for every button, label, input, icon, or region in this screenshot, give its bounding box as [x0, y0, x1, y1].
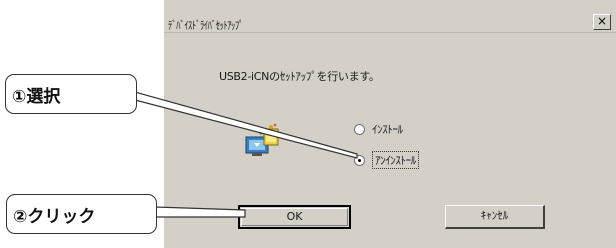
dialog-title: ﾃﾞﾊﾞｲｽﾄﾞﾗｲﾊﾞｾｯﾄｱｯﾌﾟ [168, 19, 243, 32]
uninstall-label: ｱﾝｲﾝｽﾄｰﾙ [372, 151, 419, 169]
setup-dialog: ﾃﾞﾊﾞｲｽﾄﾞﾗｲﾊﾞｾｯﾄｱｯﾌﾟ × USB2-iCNのｾｯﾄｱｯﾌﾟを行… [163, 0, 616, 248]
cancel-button-label: ｷｬﾝｾﾙ [480, 209, 509, 222]
callout-step2: ②クリック [6, 194, 157, 234]
callout-step2-text: ②クリック [13, 206, 96, 227]
ok-button[interactable]: OK [238, 205, 351, 229]
callout-step1: ①選択 [5, 74, 137, 114]
setup-wizard-icon [245, 123, 279, 156]
dialog-message: USB2-iCNのｾｯﾄｱｯﾌﾟを行います。 [219, 70, 380, 83]
close-button[interactable]: × [593, 14, 611, 30]
ok-button-label: OK [286, 210, 303, 223]
dialog-titlebar: ﾃﾞﾊﾞｲｽﾄﾞﾗｲﾊﾞｾｯﾄｱｯﾌﾟ × [164, 0, 616, 33]
install-label: ｲﾝｽﾄｰﾙ [372, 123, 403, 136]
install-radio[interactable] [354, 123, 365, 135]
option-install[interactable]: ｲﾝｽﾄｰﾙ [354, 121, 403, 137]
screenshot-stage: ﾃﾞﾊﾞｲｽﾄﾞﾗｲﾊﾞｾｯﾄｱｯﾌﾟ × USB2-iCNのｾｯﾄｱｯﾌﾟを行… [0, 0, 616, 248]
callout-step1-text: ①選択 [12, 86, 61, 107]
option-uninstall[interactable]: ｱﾝｲﾝｽﾄｰﾙ [354, 151, 419, 169]
cancel-button[interactable]: ｷｬﾝｾﾙ [445, 205, 545, 229]
close-icon: × [596, 14, 608, 28]
uninstall-radio[interactable] [354, 154, 365, 166]
